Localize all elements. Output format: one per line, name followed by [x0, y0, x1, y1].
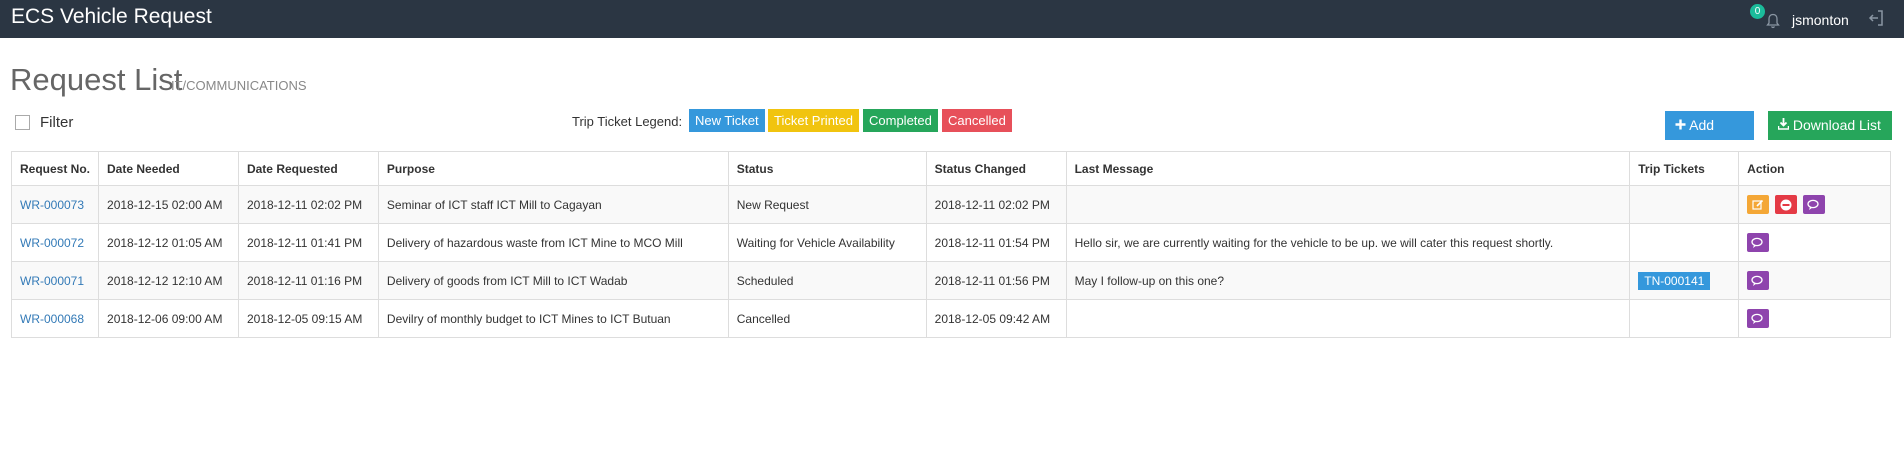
column-header[interactable]: Status Changed [925, 151, 1067, 186]
column-header[interactable]: Status [727, 151, 927, 186]
status-cell: New Request [727, 185, 927, 224]
message-icon [1751, 311, 1765, 325]
trip-tickets-cell [1629, 185, 1740, 224]
date-requested-cell: 2018-12-11 01:16 PM [237, 261, 379, 300]
status-changed-cell: 2018-12-11 01:54 PM [925, 223, 1067, 262]
table-row: WR-000068 2018-12-06 09:00 AM 2018-12-05… [10, 299, 1891, 338]
date-needed-cell: 2018-12-12 12:10 AM [98, 261, 239, 300]
action-cell [1738, 261, 1891, 300]
status-cell: Scheduled [727, 261, 927, 300]
message-button[interactable] [1747, 271, 1770, 290]
request-no-cell: WR-000071 [10, 261, 100, 300]
message-button[interactable] [1747, 233, 1770, 252]
status-changed-cell: 2018-12-11 02:02 PM [925, 185, 1067, 224]
trip-tickets-cell [1629, 223, 1740, 262]
plus-icon [1675, 117, 1689, 133]
message-button[interactable] [1803, 195, 1826, 214]
page-subtitle: IT/COMMUNICATIONS [171, 78, 307, 93]
request-no-link[interactable]: WR-000072 [20, 236, 84, 250]
legend-label: Trip Ticket Legend: [572, 114, 683, 129]
legend-ticket-printed: Ticket Printed [768, 109, 859, 132]
column-header[interactable]: Date Needed [98, 151, 239, 186]
username-menu[interactable]: jsmonton [1792, 12, 1849, 28]
request-no-cell: WR-000073 [10, 185, 100, 224]
status-cell: Waiting for Vehicle Availability [727, 223, 927, 262]
column-header[interactable]: Request No. [10, 151, 100, 186]
filter-label: Filter [40, 114, 74, 131]
app-title: ECS Vehicle Request [11, 5, 212, 28]
last-message-cell [1065, 185, 1631, 224]
legend-cancelled: Cancelled [942, 109, 1012, 132]
trip-tickets-cell: TN-000141 [1629, 261, 1740, 300]
bell-icon [1766, 13, 1780, 34]
edit-icon [1752, 197, 1764, 211]
column-header[interactable]: Last Message [1065, 151, 1631, 186]
action-cell [1738, 185, 1891, 224]
last-message-cell [1065, 299, 1631, 338]
date-needed-cell: 2018-12-12 01:05 AM [98, 223, 239, 262]
date-needed-cell: 2018-12-15 02:00 AM [98, 185, 239, 224]
table-header-row: Request No. Date Needed Date Requested P… [10, 151, 1891, 186]
status-changed-cell: 2018-12-11 01:56 PM [925, 261, 1067, 300]
top-navbar: ECS Vehicle Request 0 jsmonton [0, 0, 1904, 38]
legend-new-ticket: New Ticket [689, 109, 765, 132]
date-requested-cell: 2018-12-11 02:02 PM [237, 185, 379, 224]
table-row: WR-000071 2018-12-12 12:10 AM 2018-12-11… [10, 261, 1891, 300]
purpose-cell: Devilry of monthly budget to ICT Mines t… [377, 299, 729, 338]
table-row: WR-000072 2018-12-12 01:05 AM 2018-12-11… [10, 223, 1891, 262]
request-no-link[interactable]: WR-000073 [20, 198, 84, 212]
trip-ticket-badge[interactable]: TN-000141 [1638, 271, 1711, 290]
purpose-cell: Seminar of ICT staff ICT Mill to Cagayan [377, 185, 729, 224]
legend-completed: Completed [863, 109, 938, 132]
column-header[interactable]: Purpose [377, 151, 729, 186]
page-title: Request List [10, 62, 183, 97]
notification-button[interactable]: 0 [1750, 4, 1780, 34]
trip-tickets-cell [1629, 299, 1740, 338]
last-message-cell: May I follow-up on this one? [1065, 261, 1631, 300]
request-no-cell: WR-000072 [10, 223, 100, 262]
column-header: Action [1738, 151, 1891, 186]
purpose-cell: Delivery of hazardous waste from ICT Min… [377, 223, 729, 262]
message-icon [1751, 235, 1765, 249]
message-button[interactable] [1747, 309, 1770, 328]
notification-count-badge: 0 [1750, 4, 1765, 19]
request-no-cell: WR-000068 [10, 299, 100, 338]
column-header[interactable]: Trip Tickets [1629, 151, 1740, 186]
filter-checkbox[interactable] [15, 115, 30, 130]
status-cell: Cancelled [727, 299, 927, 338]
date-requested-cell: 2018-12-11 01:41 PM [237, 223, 379, 262]
request-table: Request No. Date Needed Date Requested P… [10, 151, 1891, 338]
cancel-button[interactable] [1775, 195, 1798, 214]
edit-button[interactable] [1747, 195, 1770, 214]
download-list-button[interactable]: Download List [1768, 111, 1892, 140]
last-message-cell: Hello sir, we are currently waiting for … [1065, 223, 1631, 262]
action-cell [1738, 299, 1891, 338]
status-changed-cell: 2018-12-05 09:42 AM [925, 299, 1067, 338]
download-icon [1777, 117, 1793, 133]
filter-toggle[interactable]: Filter [15, 114, 73, 131]
table-row: WR-000073 2018-12-15 02:00 AM 2018-12-11… [10, 185, 1891, 224]
request-no-link[interactable]: WR-000071 [20, 274, 84, 288]
message-icon [1751, 273, 1765, 287]
add-new-button[interactable]: Add New [1665, 111, 1754, 162]
message-icon [1807, 197, 1821, 211]
purpose-cell: Delivery of goods from ICT Mill to ICT W… [377, 261, 729, 300]
action-cell [1738, 223, 1891, 262]
date-requested-cell: 2018-12-05 09:15 AM [237, 299, 379, 338]
column-header[interactable]: Date Requested [237, 151, 379, 186]
download-list-label: Download List [1792, 117, 1881, 133]
cancel-icon [1780, 197, 1792, 211]
logout-icon[interactable] [1867, 9, 1885, 32]
request-no-link[interactable]: WR-000068 [20, 312, 84, 326]
date-needed-cell: 2018-12-06 09:00 AM [98, 299, 239, 338]
